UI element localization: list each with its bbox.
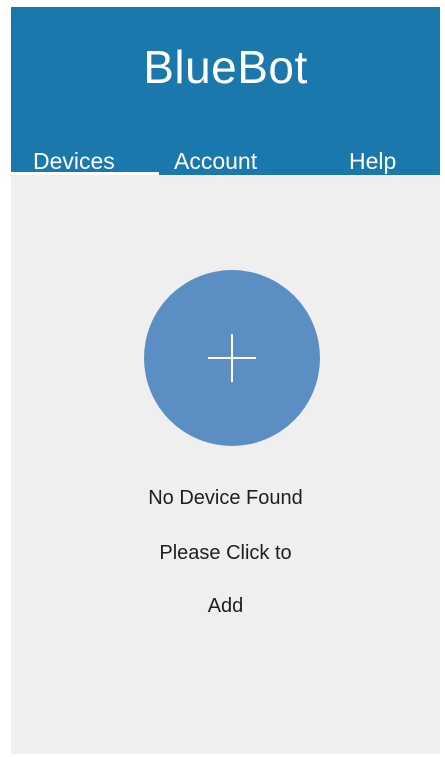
tab-bar: Devices Account Help xyxy=(11,147,440,175)
empty-state-title: No Device Found xyxy=(148,487,303,509)
empty-state-hint-line2: Add xyxy=(207,595,244,617)
empty-state-hint-line1: Please Click to xyxy=(159,542,292,564)
add-device-button[interactable] xyxy=(144,270,320,446)
active-tab-indicator xyxy=(11,172,159,175)
tab-devices[interactable]: Devices xyxy=(33,147,115,175)
app-screen: BlueBot Devices Account Help No Device F… xyxy=(11,7,440,754)
tab-account[interactable]: Account xyxy=(174,147,257,175)
tab-help[interactable]: Help xyxy=(349,147,396,175)
app-header: BlueBot Devices Account Help xyxy=(11,7,440,175)
app-title: BlueBot xyxy=(143,41,308,93)
plus-icon xyxy=(208,334,256,382)
